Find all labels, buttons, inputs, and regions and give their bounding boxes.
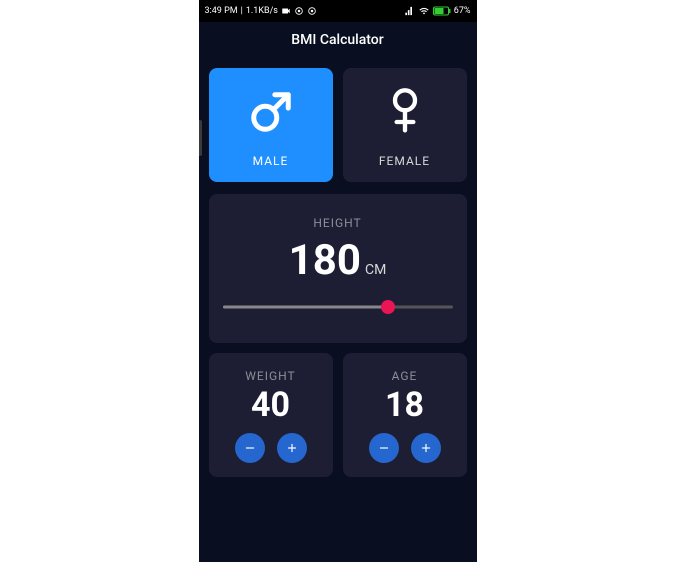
age-value: 18	[385, 385, 424, 425]
age-minus-button[interactable]	[369, 433, 399, 463]
app-bar: BMI Calculator	[199, 22, 477, 58]
weight-plus-button[interactable]	[277, 433, 307, 463]
height-unit: CM	[365, 262, 386, 278]
slider-thumb[interactable]	[381, 300, 395, 314]
height-label: HEIGHT	[313, 216, 361, 230]
weight-label: WEIGHT	[245, 369, 295, 383]
minus-icon	[243, 441, 257, 455]
age-plus-button[interactable]	[411, 433, 441, 463]
weight-minus-button[interactable]	[235, 433, 265, 463]
plus-icon	[419, 441, 433, 455]
weight-card: WEIGHT 40	[209, 353, 333, 477]
age-buttons	[369, 433, 441, 463]
slider-track-active	[223, 306, 389, 309]
weight-buttons	[235, 433, 307, 463]
location-icon	[294, 6, 304, 16]
signal-icon	[404, 6, 415, 16]
male-label: MALE	[253, 154, 289, 168]
gender-card-male[interactable]: MALE	[209, 68, 333, 182]
height-value: 180	[289, 236, 361, 285]
status-bar: 3:49 PM | 1.1KB/s 67%	[199, 0, 477, 22]
height-card: HEIGHT 180 CM	[209, 194, 467, 343]
content: MALE FEMALE HEIGHT 180 CM	[199, 68, 477, 477]
phone-frame: 3:49 PM | 1.1KB/s 67% BMI Calculator	[199, 0, 477, 562]
app-title: BMI Calculator	[291, 32, 383, 48]
age-card: AGE 18	[343, 353, 467, 477]
weight-value: 40	[251, 385, 290, 425]
height-slider[interactable]	[223, 299, 453, 315]
status-battery: 67%	[454, 6, 471, 16]
side-handle	[199, 120, 202, 156]
status-left: 3:49 PM | 1.1KB/s	[205, 6, 317, 16]
status-net-speed: 1.1KB/s	[246, 6, 278, 16]
sync-icon	[307, 6, 317, 16]
female-label: FEMALE	[379, 154, 430, 168]
height-value-row: 180 CM	[289, 236, 387, 285]
wifi-icon	[418, 6, 430, 16]
age-label: AGE	[392, 369, 418, 383]
female-icon	[385, 82, 425, 142]
status-right: 67%	[404, 6, 471, 16]
status-sep: |	[241, 6, 243, 16]
gender-row: MALE FEMALE	[209, 68, 467, 182]
battery-icon	[433, 6, 451, 16]
plus-icon	[285, 441, 299, 455]
stats-row: WEIGHT 40 AGE 18	[209, 353, 467, 477]
status-time: 3:49 PM	[205, 6, 238, 16]
gender-card-female[interactable]: FEMALE	[343, 68, 467, 182]
male-icon	[248, 82, 294, 142]
minus-icon	[377, 441, 391, 455]
camera-icon	[281, 6, 291, 16]
